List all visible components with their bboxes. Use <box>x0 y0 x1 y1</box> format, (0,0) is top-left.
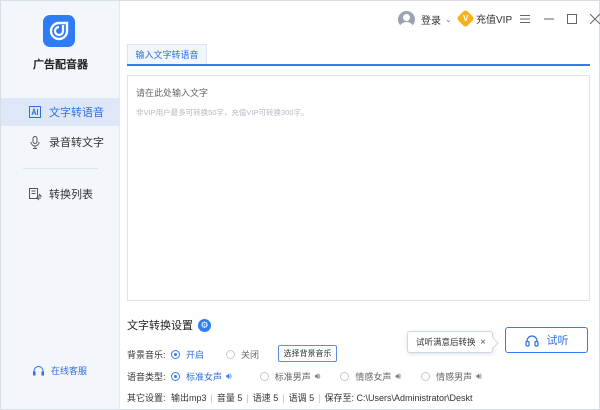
menu-button[interactable] <box>517 11 533 27</box>
headphones-icon <box>524 334 539 347</box>
bg-music-label: 背景音乐: <box>127 350 166 360</box>
voice-type-row: 语音类型: 标准女声 🔊︎ 标准男声 🔊︎ 情感女声 🔊︎ 情感男声 🔊︎ <box>127 370 482 383</box>
tab-bar: 输入文字转语音 <box>127 44 590 66</box>
sidebar-item-text-to-speech[interactable]: 文字转语音 <box>1 98 120 126</box>
settings-title: 文字转换设置 ⚙ <box>127 317 211 333</box>
speaker-icon[interactable]: 🔊︎ <box>476 371 482 382</box>
sidebar-item-label: 转换列表 <box>49 189 93 201</box>
maximize-button[interactable] <box>564 11 580 27</box>
vip-icon: V <box>456 9 475 28</box>
app-window: 广告配音器 文字转语音 录音转文字 转换列表 在线客服 登录 ⌄ V 充值VIP… <box>0 0 600 410</box>
sidebar-item-convert-list[interactable]: 转换列表 <box>1 180 120 208</box>
other-settings-row: 其它设置: 输出mp3 | 音量 5 | 语速 5 | 语调 5 | 保存至: … <box>127 391 473 404</box>
login-button[interactable]: 登录 ⌄ <box>398 11 452 28</box>
sidebar-item-speech-to-text[interactable]: 录音转文字 <box>1 128 120 156</box>
save-path[interactable]: 保存至: C:\Users\Administrator\Deskt <box>324 391 472 404</box>
try-listen-button[interactable]: 试听 <box>505 327 588 353</box>
convert-list-icon <box>28 187 42 201</box>
try-listen-tooltip: 试听满意后转换 × <box>407 331 493 353</box>
nav-divider <box>23 168 98 169</box>
minimize-icon <box>544 18 554 20</box>
text-to-speech-icon <box>28 105 42 119</box>
voice-emotion-female-radio[interactable]: 情感女声 🔊︎ <box>340 370 401 383</box>
online-service-link[interactable]: 在线客服 <box>32 364 87 377</box>
text-input-area: 非VIP用户最多可转换50字，充值VIP可转换300字。 <box>127 75 590 301</box>
voice-standard-male-radio[interactable]: 标准男声 🔊︎ <box>259 370 321 383</box>
vip-label: 充值VIP <box>476 15 513 26</box>
settings-gear-icon[interactable]: ⚙ <box>198 318 211 332</box>
headset-icon <box>32 364 45 377</box>
sidebar-item-label: 文字转语音 <box>49 107 104 119</box>
speaker-icon[interactable]: 🔊︎ <box>395 371 401 382</box>
voice-standard-female-radio[interactable]: 标准女声 🔊︎ <box>171 370 232 383</box>
speed-setting[interactable]: 语速 5 <box>253 391 279 404</box>
char-limit-hint: 非VIP用户最多可转换50字，充值VIP可转换300字。 <box>136 108 309 117</box>
recharge-vip-button[interactable]: V 充值VIP <box>456 9 513 28</box>
pitch-setting[interactable]: 语调 5 <box>289 391 315 404</box>
bg-music-on-radio[interactable]: 开启 <box>171 348 204 361</box>
voice-emotion-male-radio[interactable]: 情感男声 🔊︎ <box>421 370 482 383</box>
tooltip-close-icon[interactable]: × <box>480 337 486 348</box>
close-button[interactable] <box>587 11 600 27</box>
output-format[interactable]: 输出mp3 <box>171 391 207 404</box>
volume-setting[interactable]: 音量 5 <box>217 391 243 404</box>
maximize-icon <box>567 14 577 24</box>
bg-music-off-radio[interactable]: 关闭 <box>226 348 259 361</box>
voice-type-label: 语音类型: <box>127 372 166 382</box>
titlebar: 登录 ⌄ V 充值VIP <box>121 1 600 39</box>
app-logo <box>43 15 75 47</box>
other-settings-label: 其它设置: <box>127 393 166 403</box>
sidebar: 广告配音器 文字转语音 录音转文字 转换列表 在线客服 <box>1 1 120 409</box>
close-icon <box>590 14 600 24</box>
menu-icon <box>520 15 530 23</box>
speaker-icon[interactable]: 🔊︎ <box>226 371 232 382</box>
text-input[interactable] <box>136 86 581 104</box>
microphone-icon <box>28 135 42 149</box>
tab-input-text-to-speech[interactable]: 输入文字转语音 <box>127 44 207 64</box>
bg-music-row: 背景音乐: 开启 关闭 <box>127 348 259 361</box>
chevron-down-icon: ⌄ <box>445 15 452 24</box>
avatar-icon <box>398 11 415 28</box>
online-service-label: 在线客服 <box>51 366 88 376</box>
speaker-icon[interactable]: 🔊︎ <box>315 371 321 382</box>
sidebar-item-label: 录音转文字 <box>49 137 104 149</box>
minimize-button[interactable] <box>541 11 557 27</box>
choose-bg-music-button[interactable]: 选择背景音乐 <box>278 345 337 362</box>
app-name: 广告配音器 <box>33 59 88 71</box>
login-label: 登录 <box>421 16 441 27</box>
